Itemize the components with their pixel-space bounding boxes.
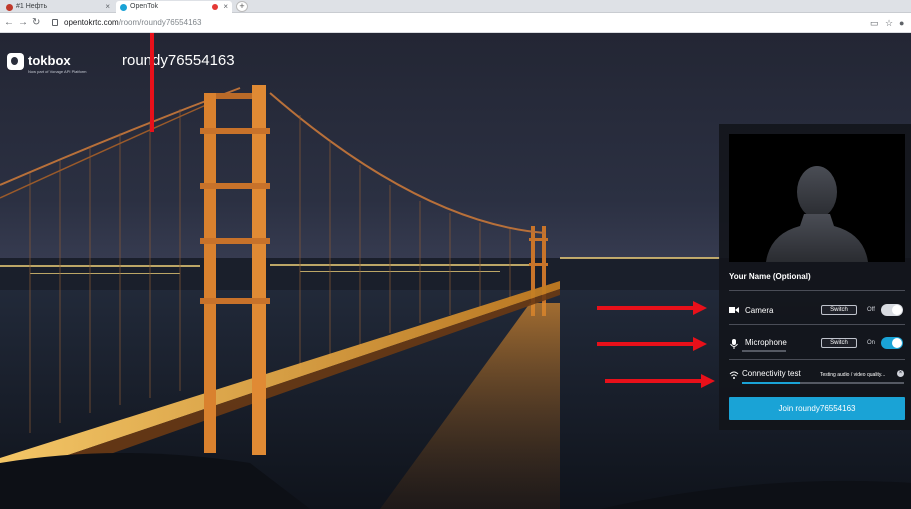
connectivity-status: Testing audio / video quality...	[820, 372, 886, 378]
cast-icon[interactable]: ▭	[870, 17, 879, 29]
divider	[729, 290, 905, 291]
tab-strip: #1 Нефть × OpenTok × +	[0, 0, 911, 13]
video-preview	[729, 134, 905, 262]
camera-toggle[interactable]	[881, 304, 903, 316]
url-path: /room/roundy76554163	[118, 18, 202, 27]
back-arrow-icon[interactable]: ←	[4, 17, 14, 29]
tab-label: #1 Нефть	[16, 3, 48, 10]
camera-label: Camera	[745, 306, 774, 315]
video-camera-icon	[729, 307, 739, 313]
avatar-placeholder-icon	[766, 166, 868, 262]
annotation-arrow-microphone	[597, 337, 707, 351]
microphone-state-label: On	[867, 340, 876, 346]
tab-label: OpenTok	[130, 3, 159, 10]
divider	[729, 359, 905, 360]
divider	[729, 324, 905, 325]
room-title: roundy76554163	[122, 52, 235, 69]
name-field-label[interactable]: Your Name (Optional)	[729, 272, 811, 281]
progress-fill	[742, 382, 801, 384]
wifi-icon	[729, 371, 739, 379]
connectivity-label: Connectivity test	[742, 369, 801, 378]
close-tab-icon[interactable]: ×	[223, 1, 228, 13]
close-tab-icon[interactable]: ×	[105, 1, 110, 13]
microphone-toggle[interactable]	[881, 337, 903, 349]
annotation-arrow-camera	[597, 301, 707, 315]
microphone-icon	[730, 339, 738, 349]
annotation-arrow-up	[150, 33, 154, 132]
reload-icon[interactable]: ↻	[32, 17, 40, 29]
connectivity-progress-bar	[742, 382, 904, 384]
tab-neft[interactable]: #1 Нефть ×	[2, 1, 114, 13]
tab-opentok[interactable]: OpenTok ×	[116, 1, 232, 13]
microphone-label: Microphone	[745, 338, 787, 347]
recording-indicator-icon	[212, 4, 218, 10]
browser-toolbar: ← → ↻ opentokrtc.com/room/roundy76554163…	[0, 13, 911, 33]
join-room-panel: Your Name (Optional) Camera Switch Off M…	[719, 124, 911, 430]
microphone-level-meter	[742, 350, 786, 352]
join-room-button[interactable]: Join roundy76554163	[729, 397, 905, 420]
url-text: opentokrtc.com/room/roundy76554163	[64, 16, 201, 30]
logo-tagline: Now part of Vonage API Platform	[28, 69, 87, 74]
new-tab-button[interactable]: +	[236, 1, 248, 12]
annotation-arrow-connectivity	[605, 374, 715, 388]
close-icon[interactable]: ×	[897, 370, 904, 377]
url-host: opentokrtc.com	[64, 18, 119, 27]
browser-window: #1 Нефть × OpenTok × + ← → ↻ opentokrtc.…	[0, 0, 911, 509]
bookmark-star-icon[interactable]: ☆	[885, 17, 893, 29]
camera-switch-button[interactable]: Switch	[821, 305, 857, 315]
microphone-switch-button[interactable]: Switch	[821, 338, 857, 348]
address-bar[interactable]: opentokrtc.com/room/roundy76554163	[48, 16, 868, 30]
camera-state-label: Off	[867, 307, 875, 313]
forward-arrow-icon[interactable]: →	[18, 17, 28, 29]
toggle-knob	[892, 338, 902, 348]
logo-text: tokbox	[28, 53, 71, 68]
tokbox-logo[interactable]: tokbox Now part of Vonage API Platform	[7, 53, 117, 75]
profile-icon[interactable]: ●	[899, 17, 904, 29]
lock-icon	[52, 19, 58, 26]
tab-favicon	[6, 4, 13, 11]
opentok-favicon	[120, 4, 127, 11]
tokbox-logo-icon	[7, 53, 24, 70]
toggle-knob	[892, 305, 902, 315]
room-page: tokbox Now part of Vonage API Platform r…	[0, 33, 911, 509]
